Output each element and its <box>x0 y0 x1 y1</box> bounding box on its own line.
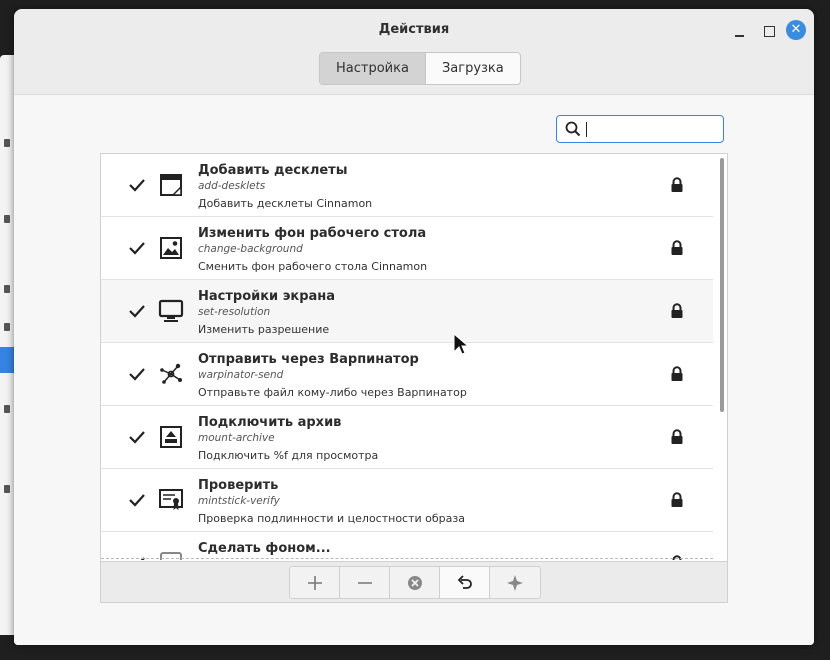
list-item[interactable]: Подключить архив mount-archive Подключит… <box>101 406 713 469</box>
action-uuid: add-desklets <box>198 180 266 192</box>
background-fragment <box>4 405 10 413</box>
list-item[interactable]: Настройки экрана set-resolution Изменить… <box>101 280 713 343</box>
action-name: Настройки экрана <box>198 289 336 304</box>
sparkle-icon <box>507 575 523 591</box>
close-icon: ✕ <box>790 22 802 37</box>
action-name: Отправить через Варпинатор <box>198 352 419 367</box>
check-icon <box>140 557 145 560</box>
check-icon <box>129 431 145 444</box>
check-icon <box>129 494 145 507</box>
action-name: Изменить фон рабочего стола <box>198 226 427 241</box>
action-description: Отправьте файл кому-либо через Варпинато… <box>198 386 467 399</box>
actions-rows: Добавить десклеты add-desklets Добавить … <box>101 154 713 560</box>
lock-icon <box>671 492 683 507</box>
scrollbar[interactable] <box>720 158 724 412</box>
tab-download[interactable]: Загрузка <box>426 53 520 84</box>
maximize-button[interactable] <box>759 21 779 41</box>
remove-button[interactable] <box>340 567 390 598</box>
actions-list: Добавить десклеты add-desklets Добавить … <box>100 153 728 603</box>
actions-window: Действия ✕ Настройка Загрузка Добавить д… <box>14 9 814 645</box>
action-name: Подключить архив <box>198 415 342 430</box>
archive-mount-icon <box>160 426 182 448</box>
drop-indicator <box>101 558 713 559</box>
list-item[interactable]: Сделать фоном... <box>101 532 713 560</box>
text-caret <box>586 122 587 137</box>
undo-button[interactable] <box>440 567 490 598</box>
search-icon <box>565 121 581 137</box>
lock-icon <box>671 366 683 381</box>
tab-switcher: Настройка Загрузка <box>319 52 521 85</box>
background-fragment <box>4 139 10 147</box>
add-icon <box>308 576 322 590</box>
action-description: Подключить %f для просмотра <box>198 449 379 462</box>
monitor-icon <box>158 299 184 322</box>
tab-settings[interactable]: Настройка <box>320 53 426 84</box>
action-description: Проверка подлинности и целостности образ… <box>198 512 465 525</box>
titlebar[interactable]: Действия ✕ <box>14 9 814 53</box>
mouse-cursor-icon <box>453 332 470 355</box>
action-uuid: warpinator-send <box>198 369 284 381</box>
action-name: Проверить <box>198 478 279 493</box>
action-uuid: change-background <box>198 243 303 255</box>
background-fragment <box>4 485 10 493</box>
list-toolbar <box>101 561 727 602</box>
search-box[interactable] <box>556 115 724 143</box>
check-icon <box>129 179 145 192</box>
background-fragment <box>4 285 10 293</box>
restore-button[interactable] <box>490 567 540 598</box>
background-fragment <box>4 215 10 223</box>
certificate-icon <box>159 489 183 510</box>
close-button[interactable]: ✕ <box>786 20 806 40</box>
action-uuid: mintstick-verify <box>198 495 280 507</box>
clear-button[interactable] <box>390 567 440 598</box>
lock-icon <box>671 429 683 444</box>
minimize-button[interactable] <box>730 21 750 41</box>
list-item[interactable]: Изменить фон рабочего стола change-backg… <box>101 217 713 280</box>
action-name: Сделать фоном... <box>198 541 331 556</box>
check-icon <box>129 242 145 255</box>
check-icon <box>129 368 145 381</box>
lock-icon <box>671 240 683 255</box>
image-icon <box>160 237 182 259</box>
undo-icon <box>457 575 472 589</box>
list-item[interactable]: Добавить десклеты add-desklets Добавить … <box>101 154 713 217</box>
main-content: Добавить десклеты add-desklets Добавить … <box>14 94 814 645</box>
network-share-icon <box>160 363 182 384</box>
action-description: Изменить разрешение <box>198 323 330 336</box>
search-input[interactable] <box>585 119 719 139</box>
action-name: Добавить десклеты <box>198 163 348 178</box>
check-icon <box>129 305 145 318</box>
list-item[interactable]: Проверить mintstick-verify Проверка подл… <box>101 469 713 532</box>
action-uuid: set-resolution <box>198 306 271 318</box>
background-selection <box>0 347 14 373</box>
add-button[interactable] <box>290 567 340 598</box>
lock-icon <box>671 303 683 318</box>
desklet-icon <box>160 174 182 196</box>
action-description: Сменить фон рабочего стола Cinnamon <box>198 260 428 273</box>
action-uuid: mount-archive <box>198 432 275 444</box>
window-title: Действия <box>378 22 450 37</box>
clear-icon <box>408 576 422 590</box>
lock-icon <box>671 177 683 192</box>
background-fragment <box>4 323 10 331</box>
list-item[interactable]: Отправить через Варпинатор warpinator-se… <box>101 343 713 406</box>
action-description: Добавить десклеты Cinnamon <box>198 197 373 210</box>
remove-icon <box>358 582 372 584</box>
toolbar-button-group <box>289 566 541 599</box>
